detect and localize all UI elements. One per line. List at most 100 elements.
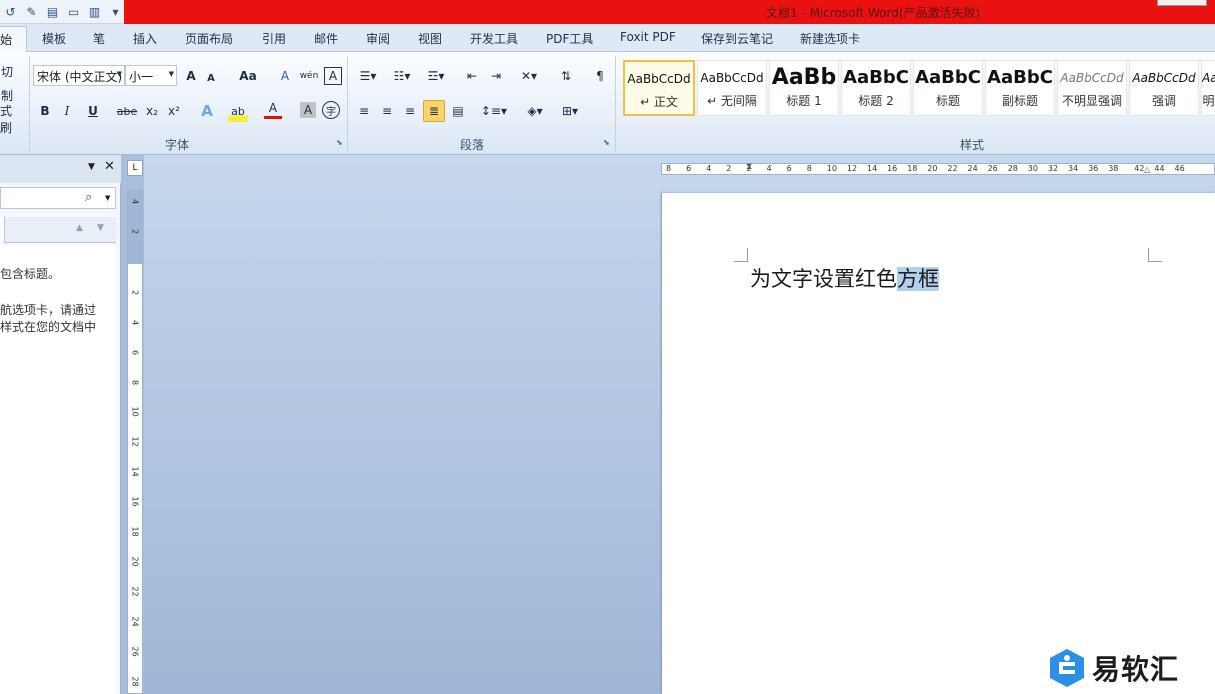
char-shading-button[interactable]: A <box>300 102 316 118</box>
style-heading-1[interactable]: AaBb 标题 1 <box>769 60 839 116</box>
tab-selector[interactable]: L <box>127 160 143 176</box>
numbering-icon[interactable]: ☷▾ <box>389 65 415 87</box>
tab-template[interactable]: 模板 <box>42 30 66 47</box>
shading-icon[interactable]: ◈▾ <box>520 100 550 122</box>
read-mode-icon[interactable]: ▥ <box>86 4 103 21</box>
tab-home[interactable]: 始 <box>0 26 27 52</box>
style-subtitle[interactable]: AaBbC 副标题 <box>985 60 1055 116</box>
phonetic-guide-button[interactable]: wén <box>298 65 320 87</box>
tab-view[interactable]: 视图 <box>418 30 442 47</box>
multilevel-list-icon[interactable]: ☲▾ <box>423 65 449 87</box>
chevron-down-icon[interactable]: ▼ <box>105 194 110 202</box>
chinese-layout-icon[interactable]: ✕▾ <box>516 65 542 87</box>
ruler-number: 34 <box>1068 164 1079 173</box>
italic-button[interactable]: I <box>58 100 76 122</box>
font-color-button[interactable]: A <box>264 100 282 119</box>
tab-save-cloud[interactable]: 保存到云笔记 <box>701 30 773 47</box>
enclose-char-button[interactable]: 字 <box>322 101 340 119</box>
shrink-font-button[interactable]: A <box>203 67 219 89</box>
text-effect-button[interactable]: A <box>196 100 218 122</box>
selected-text[interactable]: 方框 <box>897 267 939 291</box>
style-heading-2[interactable]: AaBbC 标题 2 <box>841 60 911 116</box>
align-center-icon[interactable]: ≡ <box>377 100 397 122</box>
font-name-combo[interactable]: 宋体 (中文正文) ▼ <box>33 65 125 86</box>
new-doc-icon[interactable]: ▭ <box>65 4 82 21</box>
subscript-button[interactable]: x₂ <box>143 100 161 122</box>
style-title[interactable]: AaBbC 标题 <box>913 60 983 116</box>
ruler-number: 16 <box>130 496 140 507</box>
bullets-icon[interactable]: ☰▾ <box>356 65 380 87</box>
bold-button[interactable]: B <box>36 100 54 122</box>
tab-page-layout[interactable]: 页面布局 <box>185 30 233 47</box>
search-icon[interactable]: ⌕ <box>85 190 92 205</box>
font-size-combo[interactable]: 小一 ▼ <box>125 65 177 86</box>
align-right-icon[interactable]: ≡ <box>400 100 420 122</box>
align-left-icon[interactable]: ≡ <box>354 100 374 122</box>
ruler-number: 12 <box>130 436 140 447</box>
tab-insert[interactable]: 插入 <box>133 30 157 47</box>
line-spacing-icon[interactable]: ↕≡▾ <box>480 100 508 122</box>
chevron-down-icon[interactable]: ▼ <box>97 223 104 233</box>
paragraph-group-label: 段落 <box>460 138 485 152</box>
underline-button[interactable]: U <box>82 100 104 122</box>
change-case-button[interactable]: Aa <box>234 65 262 87</box>
style-no-spacing[interactable]: AaBbCcDd ↵ 无间隔 <box>697 60 767 116</box>
sort-icon[interactable]: ⇅ <box>556 65 576 87</box>
style-normal[interactable]: AaBbCcDd ↵ 正文 <box>623 60 695 116</box>
clear-format-button[interactable]: A <box>276 65 294 87</box>
dialog-launcher-icon[interactable]: ⬊ <box>336 138 343 147</box>
dialog-launcher-icon[interactable]: ⬊ <box>603 138 610 147</box>
style-preview: AaBbC <box>987 67 1053 88</box>
title-bar-accent <box>124 0 1215 24</box>
strikethrough-button[interactable]: abe <box>114 100 140 122</box>
ruler-number: 2 <box>726 164 732 173</box>
ruler-number: 46 <box>1174 164 1185 173</box>
tab-developer[interactable]: 开发工具 <box>470 30 518 47</box>
distributed-icon[interactable]: ▤ <box>448 100 468 122</box>
tab-mailings[interactable]: 邮件 <box>314 30 338 47</box>
grow-font-button[interactable]: A <box>182 65 200 87</box>
show-marks-icon[interactable]: ¶ <box>592 65 608 87</box>
window-close-button[interactable] <box>1157 0 1207 6</box>
chevron-down-icon: ▼ <box>168 70 174 78</box>
style-emphasis[interactable]: AaBbCcDd 强调 <box>1129 60 1199 116</box>
decrease-indent-icon[interactable]: ⇤ <box>462 65 482 87</box>
ruler-number: 26 <box>130 646 140 657</box>
document-page[interactable]: 为文字设置红色方框 <box>662 193 1215 694</box>
style-preview: AaBbCcDd <box>700 71 764 85</box>
superscript-button[interactable]: x² <box>165 100 183 122</box>
cut-button[interactable]: 切 <box>0 60 14 82</box>
nav-tabs: ▲ ▼ <box>0 217 116 243</box>
watermark-text: 易软汇 <box>1092 653 1180 686</box>
style-subtle-emphasis[interactable]: AaBbCcDd 不明显强调 <box>1057 60 1127 116</box>
format-painter-button[interactable]: 式刷 <box>0 104 22 135</box>
edit-icon[interactable]: ✎ <box>23 4 40 21</box>
tab-review[interactable]: 审阅 <box>366 30 390 47</box>
undo-icon[interactable]: ↺ <box>2 4 19 21</box>
nav-search-input[interactable]: ⌕ ▼ <box>0 187 116 209</box>
ribbon-tabs: 始 模板 笔 插入 页面布局 引用 邮件 审阅 视图 开发工具 PDF工具 Fo… <box>0 24 1215 52</box>
highlight-button[interactable]: ab <box>228 100 248 122</box>
tab-new[interactable]: 新建选项卡 <box>800 30 860 47</box>
chevron-up-icon[interactable]: ▲ <box>76 223 83 233</box>
right-indent-marker-icon[interactable]: △ <box>1144 165 1150 174</box>
ruler-number: 18 <box>130 526 140 537</box>
style-strong[interactable]: Aa 明 <box>1201 60 1215 116</box>
tab-references[interactable]: 引用 <box>262 30 286 47</box>
ruler-number: 24 <box>967 164 978 173</box>
borders-icon[interactable]: ⊞▾ <box>556 100 584 122</box>
nav-tab[interactable] <box>0 217 5 243</box>
customize-icon[interactable]: ▾ <box>107 4 124 21</box>
increase-indent-icon[interactable]: ⇥ <box>486 65 506 87</box>
pane-menu-icon[interactable]: ▼ <box>88 162 95 172</box>
nav-pane-header: ▼ ✕ <box>0 155 121 183</box>
print-preview-icon[interactable]: ▤ <box>44 4 61 21</box>
justify-icon[interactable]: ≣ <box>423 100 445 122</box>
tab-pen[interactable]: 笔 <box>93 30 105 47</box>
close-icon[interactable]: ✕ <box>104 159 115 174</box>
tab-foxit-pdf[interactable]: Foxit PDF <box>620 30 676 44</box>
char-border-button[interactable]: A <box>324 67 342 85</box>
document-text[interactable]: 为文字设置红色方框 <box>750 263 939 293</box>
tab-pdf-tools[interactable]: PDF工具 <box>546 30 593 47</box>
indent-marker-icon[interactable]: ⧗ <box>746 162 752 172</box>
